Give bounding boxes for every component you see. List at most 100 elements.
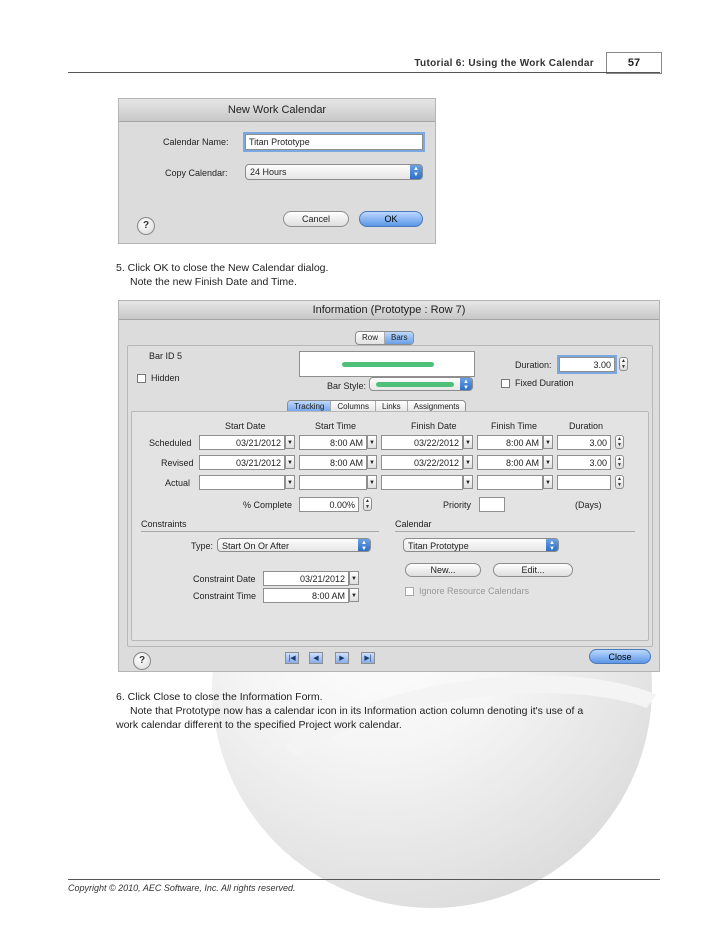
information-dialog: Information (Prototype : Row 7) Row Bars… — [118, 300, 660, 672]
updown-arrows-icon: ▲ ▼ — [460, 378, 472, 391]
pct-complete-label: % Complete — [243, 500, 293, 510]
row-label-revised: Revised — [161, 458, 194, 468]
actual-start-date-dropdown[interactable]: ▼ — [285, 475, 295, 489]
step5-line2: Note the new Finish Date and Time. — [130, 276, 297, 288]
step6-line2: Note that Prototype now has a calendar i… — [130, 705, 584, 717]
help-button[interactable]: ? — [133, 652, 151, 670]
revised-finish-time-dropdown[interactable]: ▼ — [543, 455, 553, 469]
segment-row[interactable]: Row — [356, 332, 386, 344]
fixed-duration-label: Fixed Duration — [515, 378, 574, 388]
col-finish-time: Finish Time — [491, 421, 538, 431]
footer-copyright: Copyright © 2010, AEC Software, Inc. All… — [68, 883, 296, 893]
calendar-name-input[interactable]: Titan Prototype — [245, 134, 423, 150]
dialog-title: Information (Prototype : Row 7) — [119, 301, 659, 320]
duration-input[interactable]: 3.00 — [559, 357, 615, 372]
duration-label: Duration: — [515, 360, 552, 370]
scheduled-start-time[interactable]: 8:00 AM — [299, 435, 367, 450]
footer-rule — [68, 879, 660, 880]
actual-start-date[interactable] — [199, 475, 285, 490]
scheduled-duration[interactable]: 3.00 — [557, 435, 611, 450]
step6-line1: 6. Click Close to close the Information … — [116, 691, 323, 703]
row-bars-toggle[interactable]: Row Bars — [355, 331, 415, 345]
actual-finish-date-dropdown[interactable]: ▼ — [463, 475, 473, 489]
bar-preview-swatch — [342, 362, 434, 367]
hidden-checkbox[interactable] — [137, 374, 146, 383]
ignore-resource-calendars-checkbox[interactable] — [405, 587, 414, 596]
updown-arrows-icon: ▲ ▼ — [546, 539, 558, 552]
scheduled-finish-date-dropdown[interactable]: ▼ — [463, 435, 473, 449]
scheduled-finish-time-dropdown[interactable]: ▼ — [543, 435, 553, 449]
constraint-type-select[interactable]: Start On Or After ▲ ▼ — [217, 538, 371, 552]
revised-duration[interactable]: 3.00 — [557, 455, 611, 470]
priority-input[interactable] — [479, 497, 505, 512]
ok-button[interactable]: OK — [359, 211, 423, 227]
revised-start-date[interactable]: 03/21/2012 — [199, 455, 285, 470]
first-record-icon[interactable]: |◀ — [285, 652, 299, 664]
revised-start-time[interactable]: 8:00 AM — [299, 455, 367, 470]
col-start-time: Start Time — [315, 421, 357, 431]
dialog-title: New Work Calendar — [119, 99, 435, 122]
constraint-time-dropdown[interactable]: ▼ — [349, 588, 359, 602]
constraint-date-label: Constraint Date — [193, 574, 256, 584]
next-record-icon[interactable]: ▶ — [335, 652, 349, 664]
bar-style-select[interactable]: ▲ ▼ — [369, 377, 473, 391]
segment-bars[interactable]: Bars — [385, 332, 414, 344]
fixed-duration-checkbox[interactable] — [501, 379, 510, 388]
ignore-resource-calendars-label: Ignore Resource Calendars — [419, 586, 530, 596]
actual-start-time[interactable] — [299, 475, 367, 490]
pct-complete-stepper[interactable]: ▲ ▼ — [363, 497, 372, 511]
constraint-date-dropdown[interactable]: ▼ — [349, 571, 359, 585]
calendar-value: Titan Prototype — [408, 541, 469, 551]
col-finish-date: Finish Date — [411, 421, 457, 431]
revised-start-time-dropdown[interactable]: ▼ — [367, 455, 377, 469]
revised-finish-date-dropdown[interactable]: ▼ — [463, 455, 473, 469]
scheduled-duration-stepper[interactable]: ▲ ▼ — [615, 435, 624, 449]
actual-finish-time[interactable] — [477, 475, 543, 490]
scheduled-start-time-dropdown[interactable]: ▼ — [367, 435, 377, 449]
calendar-select[interactable]: Titan Prototype ▲ ▼ — [403, 538, 559, 552]
revised-duration-stepper[interactable]: ▲ ▼ — [615, 455, 624, 469]
constraint-time-input[interactable]: 8:00 AM — [263, 588, 349, 603]
actual-duration[interactable] — [557, 475, 611, 490]
cancel-button[interactable]: Cancel — [283, 211, 349, 227]
type-label: Type: — [191, 541, 214, 551]
hidden-label: Hidden — [151, 373, 180, 383]
copy-calendar-select[interactable]: 24 Hours ▲ ▼ — [245, 164, 423, 180]
scheduled-finish-date[interactable]: 03/22/2012 — [381, 435, 463, 450]
constraint-type-value: Start On Or After — [222, 541, 290, 551]
last-record-icon[interactable]: ▶| — [361, 652, 375, 664]
constraint-date-input[interactable]: 03/21/2012 — [263, 571, 349, 586]
col-duration: Duration — [569, 421, 604, 431]
header-title: Tutorial 6: Using the Work Calendar — [414, 58, 594, 69]
step5-line1: 5. Click OK to close the New Calendar di… — [116, 262, 329, 274]
help-button[interactable]: ? — [137, 217, 155, 235]
row-label-scheduled: Scheduled — [149, 438, 192, 448]
edit-calendar-button[interactable]: Edit... — [493, 563, 573, 577]
actual-duration-stepper[interactable]: ▲ ▼ — [615, 475, 624, 489]
new-calendar-button[interactable]: New... — [405, 563, 481, 577]
pct-complete-input[interactable]: 0.00% — [299, 497, 359, 512]
revised-finish-time[interactable]: 8:00 AM — [477, 455, 543, 470]
actual-finish-date[interactable] — [381, 475, 463, 490]
copy-calendar-value: 24 Hours — [250, 167, 287, 177]
updown-arrows-icon: ▲ ▼ — [358, 539, 370, 552]
calendar-separator — [395, 531, 635, 532]
header-rule — [68, 72, 660, 73]
previous-record-icon[interactable]: ◀ — [309, 652, 323, 664]
scheduled-finish-time[interactable]: 8:00 AM — [477, 435, 543, 450]
actual-start-time-dropdown[interactable]: ▼ — [367, 475, 377, 489]
new-work-calendar-dialog: New Work Calendar Calendar Name: Titan P… — [118, 98, 436, 244]
revised-finish-date[interactable]: 03/22/2012 — [381, 455, 463, 470]
constraint-time-label: Constraint Time — [193, 591, 257, 601]
bar-id-label: Bar ID 5 — [149, 351, 183, 361]
constraints-label: Constraints — [141, 519, 187, 529]
duration-stepper[interactable]: ▲ ▼ — [619, 357, 628, 371]
actual-finish-time-dropdown[interactable]: ▼ — [543, 475, 553, 489]
scheduled-start-date[interactable]: 03/21/2012 — [199, 435, 285, 450]
scheduled-start-date-dropdown[interactable]: ▼ — [285, 435, 295, 449]
col-start-date: Start Date — [225, 421, 266, 431]
bar-style-label: Bar Style: — [327, 381, 367, 391]
page-number: 57 — [606, 52, 662, 74]
revised-start-date-dropdown[interactable]: ▼ — [285, 455, 295, 469]
close-button[interactable]: Close — [589, 649, 651, 664]
